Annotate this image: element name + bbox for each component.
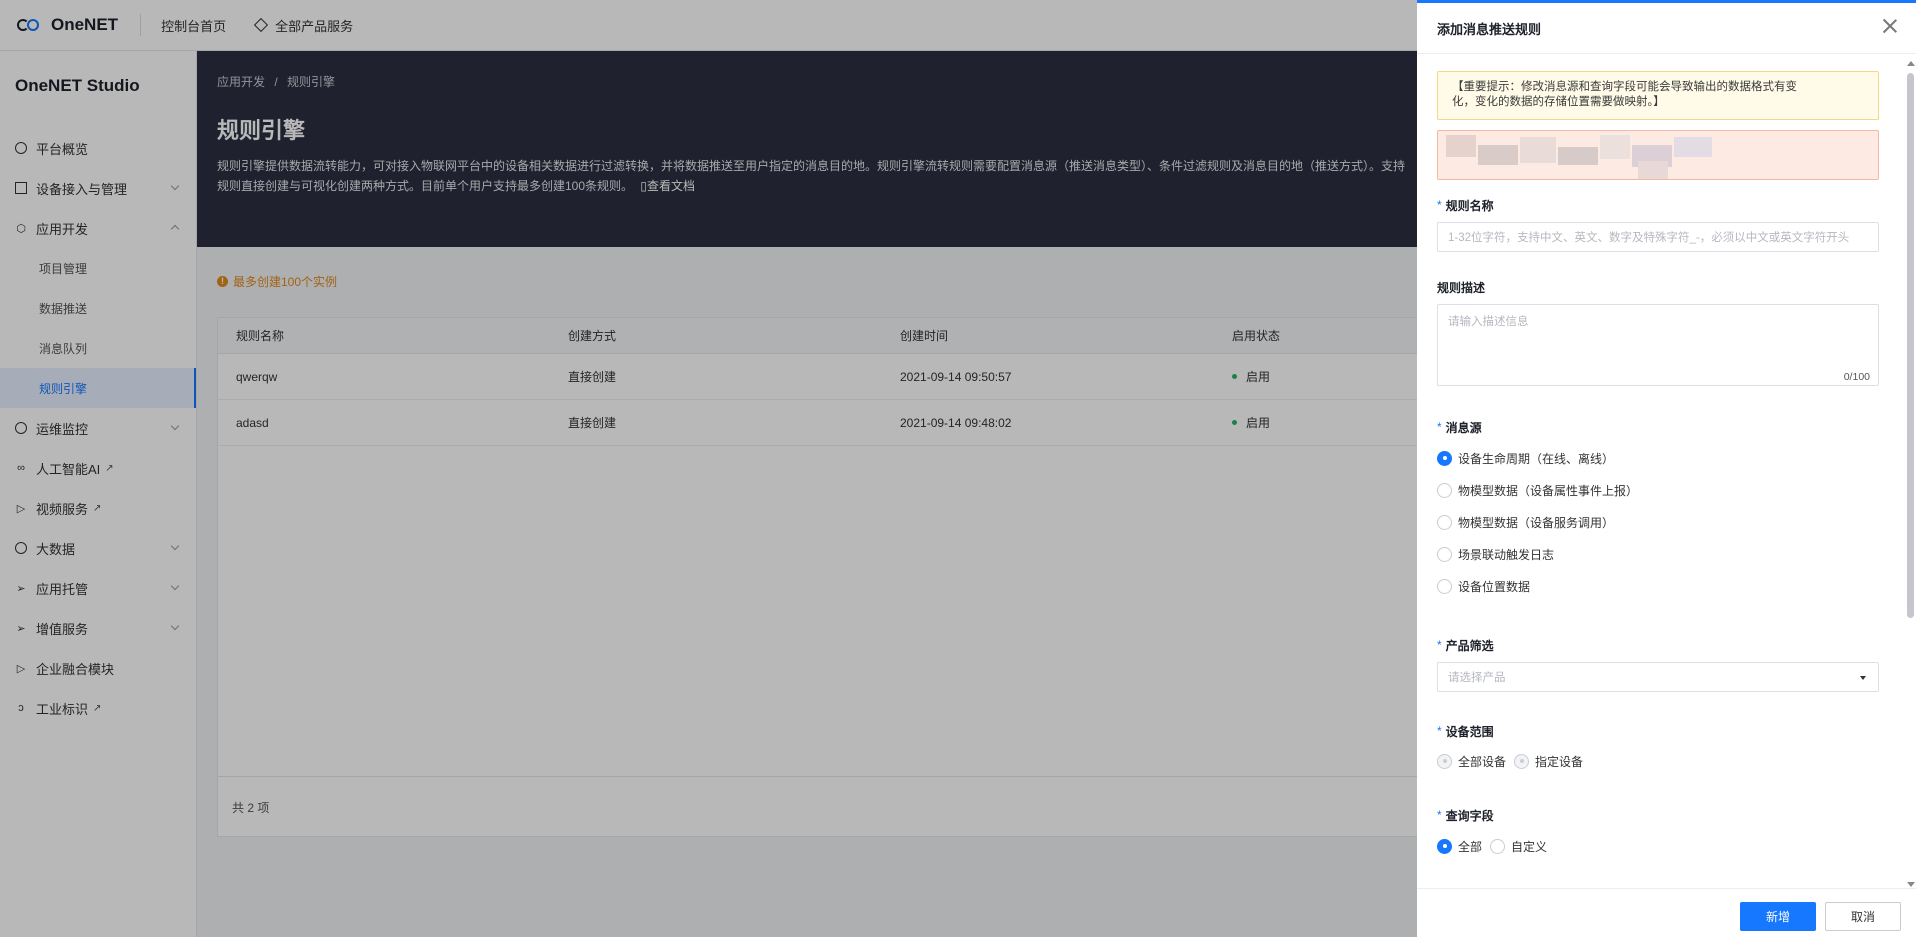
scroll-down-icon[interactable] [1907, 882, 1915, 887]
radio-icon[interactable] [1437, 482, 1452, 498]
close-icon[interactable] [1881, 17, 1899, 35]
source-option-property-event[interactable]: 物模型数据（设备属性事件上报） [1437, 474, 1879, 506]
message-source-label: * 消息源 [1437, 418, 1879, 436]
source-option-label: 物模型数据（设备服务调用） [1458, 515, 1615, 530]
source-option-label: 场景联动触发日志 [1458, 547, 1555, 562]
required-mark: * [1437, 198, 1442, 212]
range-all-label: 全部设备 [1458, 754, 1507, 769]
source-option-location[interactable]: 设备位置数据 [1437, 570, 1879, 602]
query-field-label-text: 查询字段 [1445, 808, 1494, 823]
product-filter-label: * 产品筛选 [1437, 636, 1879, 654]
scrollbar-thumb[interactable] [1907, 73, 1914, 618]
drawer-scrollbar[interactable] [1906, 59, 1915, 889]
query-all-label: 全部 [1458, 839, 1483, 854]
notice-line-1: 【重要提示：修改消息源和查询字段可能会导致输出的数据格式有变 [1452, 81, 1797, 93]
radio-icon[interactable] [1437, 546, 1452, 562]
drawer-title: 添加消息推送规则 [1437, 21, 1542, 37]
product-select[interactable]: 请选择产品 [1437, 662, 1879, 692]
source-option-service-call[interactable]: 物模型数据（设备服务调用） [1437, 506, 1879, 538]
source-option-label: 物模型数据（设备属性事件上报） [1458, 483, 1639, 498]
device-range-label-text: 设备范围 [1445, 724, 1494, 739]
radio-icon[interactable] [1437, 578, 1452, 594]
radio-disabled-icon [1514, 753, 1530, 769]
range-specific-label: 指定设备 [1535, 754, 1584, 769]
rule-name-label-text: 规则名称 [1445, 198, 1494, 213]
submit-button[interactable]: 新增 [1740, 902, 1816, 931]
product-select-placeholder: 请选择产品 [1448, 672, 1506, 684]
rule-name-input[interactable]: 1-32位字符，支持中文、英文、数字及特殊字符_-，必须以中文或英文字符开头 [1437, 222, 1879, 252]
notice-line-2: 化，变化的数据的存储位置需要做映射。】 [1452, 96, 1665, 108]
radio-icon[interactable] [1490, 838, 1506, 854]
char-count: 0/100 [1843, 371, 1870, 383]
source-option-lifecycle[interactable]: 设备生命周期（在线、离线） [1437, 442, 1879, 474]
radio-icon[interactable] [1437, 514, 1452, 530]
source-option-label: 设备生命周期（在线、离线） [1458, 451, 1615, 466]
radio-checked-icon[interactable] [1437, 838, 1452, 854]
message-source-group: 设备生命周期（在线、离线） 物模型数据（设备属性事件上报） 物模型数据（设备服务… [1437, 442, 1879, 602]
device-range-label: * 设备范围 [1437, 722, 1879, 740]
rule-desc-placeholder: 请输入描述信息 [1448, 316, 1529, 328]
query-field-label: * 查询字段 [1437, 806, 1879, 824]
caret-down-icon [1860, 676, 1866, 680]
radio-disabled-checked-icon [1437, 753, 1452, 769]
query-field-group: 全部 自定义 [1437, 831, 1879, 861]
required-mark: * [1437, 724, 1442, 738]
rule-name-label: * 规则名称 [1437, 196, 1879, 214]
redacted-banner [1437, 130, 1879, 180]
query-custom-label: 自定义 [1511, 839, 1548, 854]
drawer-footer: 新增 取消 [1417, 888, 1916, 937]
important-notice: 【重要提示：修改消息源和查询字段可能会导致输出的数据格式有变 化，变化的数据的存… [1437, 71, 1879, 120]
required-mark: * [1437, 808, 1442, 822]
drawer-form: 【重要提示：修改消息源和查询字段可能会导致输出的数据格式有变 化，变化的数据的存… [1437, 71, 1879, 861]
message-source-label-text: 消息源 [1445, 420, 1482, 435]
scroll-up-icon[interactable] [1907, 61, 1915, 66]
required-mark: * [1437, 420, 1442, 434]
cancel-button[interactable]: 取消 [1825, 902, 1901, 931]
rule-desc-textarea[interactable]: 请输入描述信息 0/100 [1437, 304, 1879, 386]
required-mark: * [1437, 638, 1442, 652]
rule-desc-label: 规则描述 [1437, 278, 1879, 296]
add-rule-drawer: 添加消息推送规则 【重要提示：修改消息源和查询字段可能会导致输出的数据格式有变 … [1417, 0, 1916, 937]
drawer-header: 添加消息推送规则 [1417, 3, 1916, 54]
source-option-label: 设备位置数据 [1458, 579, 1531, 594]
product-filter-label-text: 产品筛选 [1445, 638, 1494, 653]
device-range-group: 全部设备 指定设备 [1437, 746, 1879, 776]
rule-desc-label-text: 规则描述 [1437, 280, 1486, 295]
source-option-scene-log[interactable]: 场景联动触发日志 [1437, 538, 1879, 570]
radio-checked-icon[interactable] [1437, 450, 1452, 466]
